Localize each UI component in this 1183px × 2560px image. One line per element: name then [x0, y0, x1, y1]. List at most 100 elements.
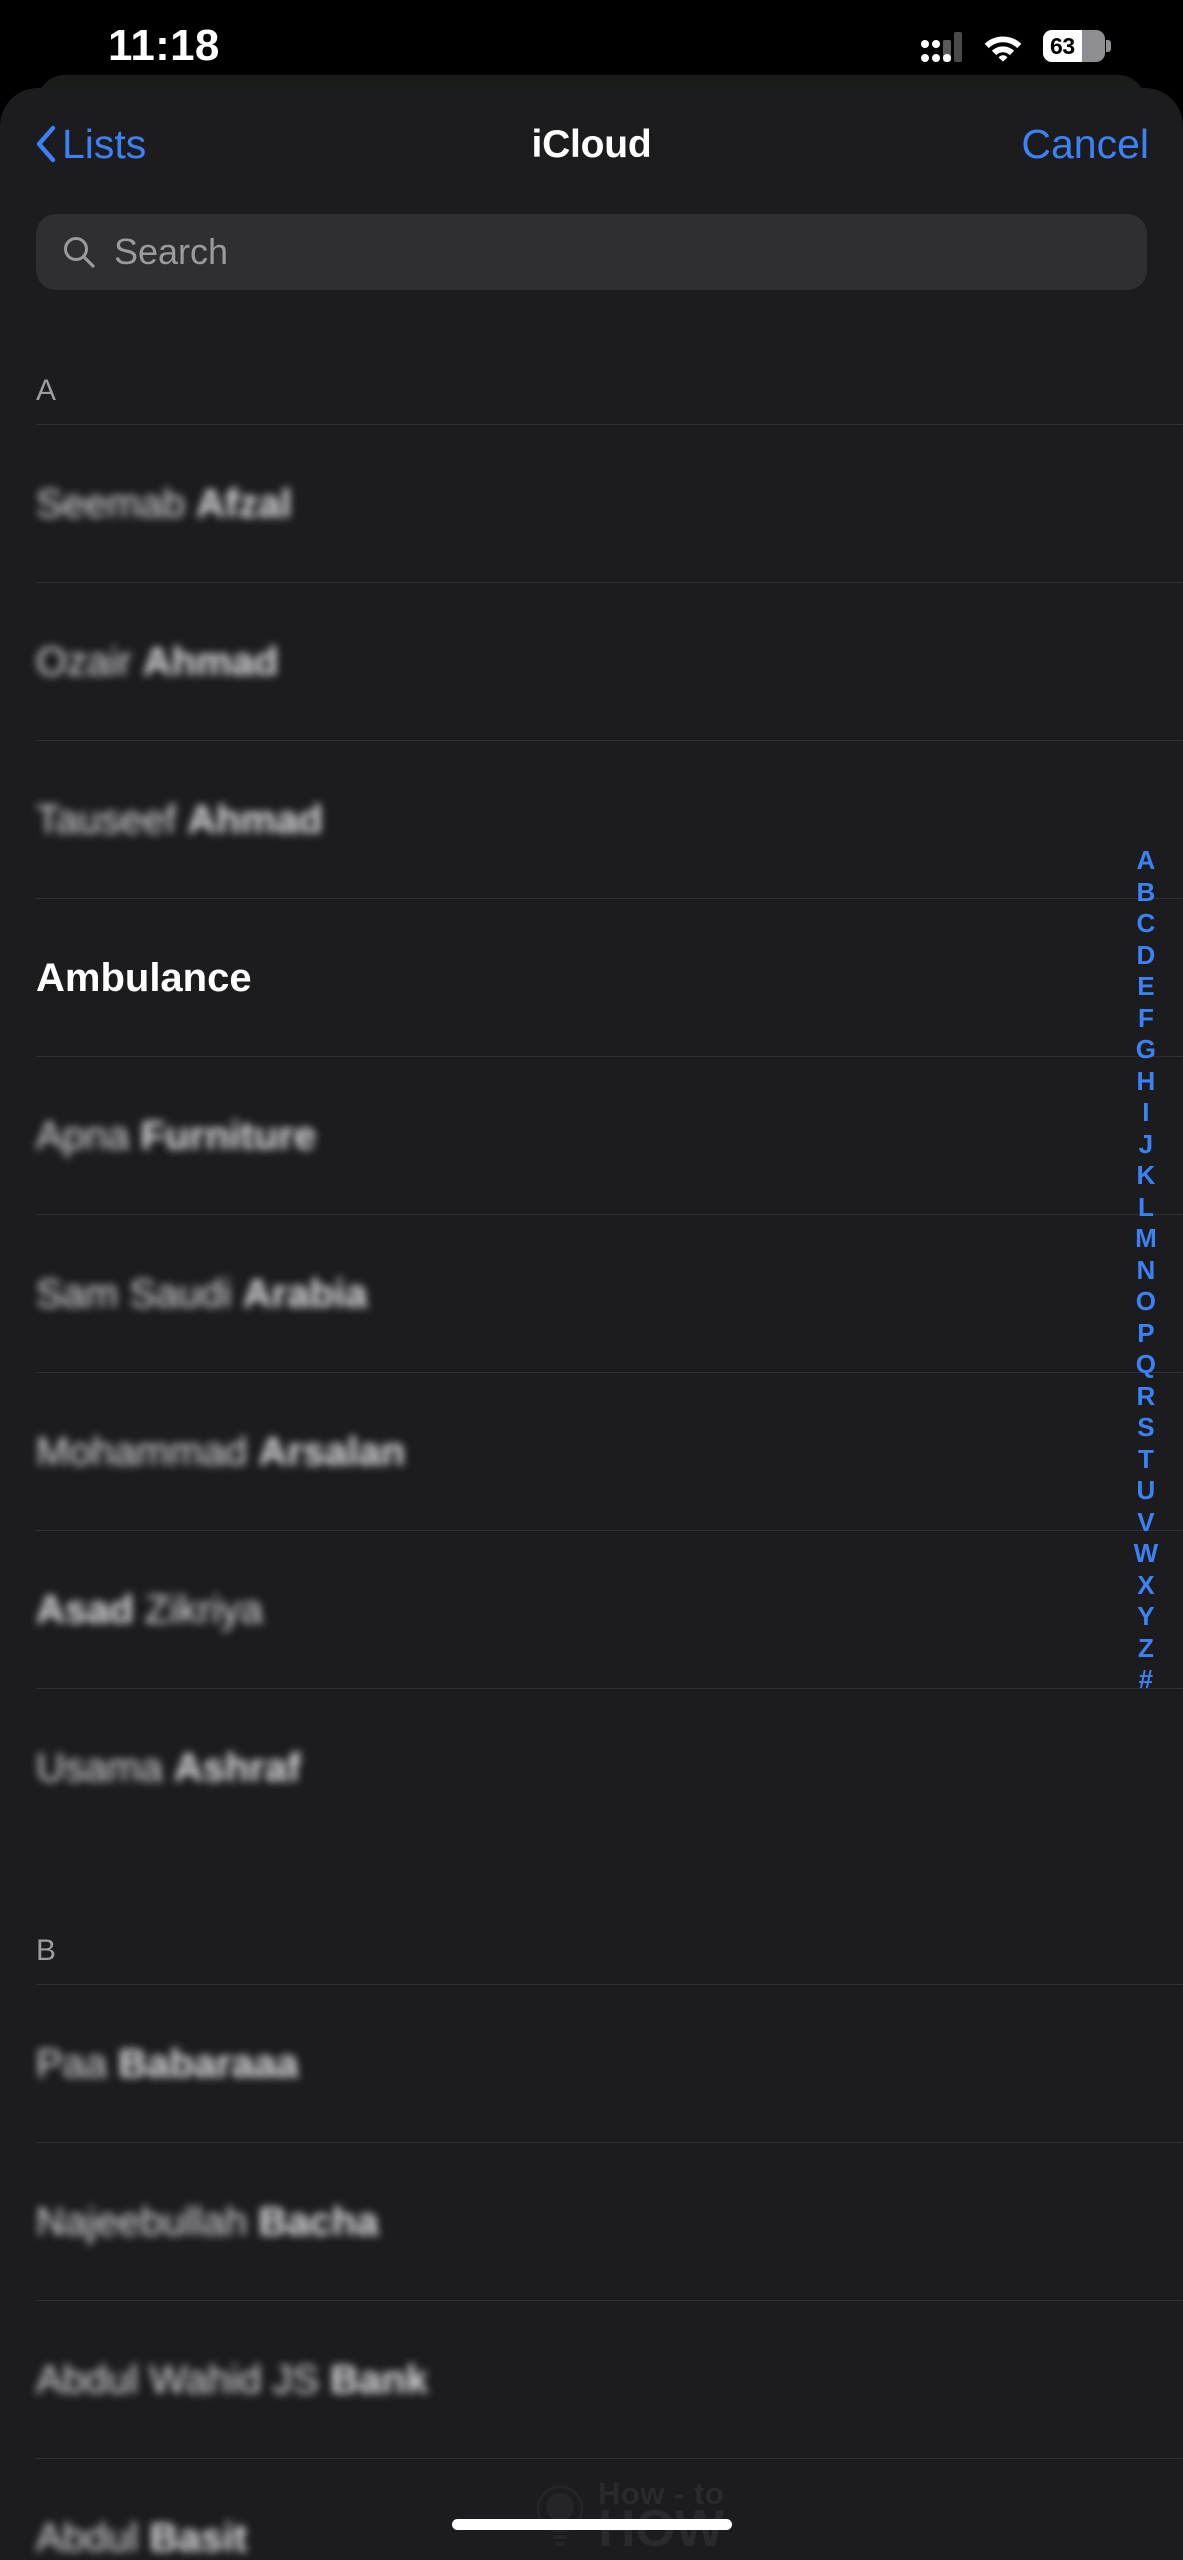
- list-item[interactable]: Paa Babaraaa: [36, 1984, 1183, 2142]
- index-letter-j[interactable]: J: [1139, 1129, 1154, 1161]
- home-indicator: [451, 2519, 732, 2530]
- index-letter-k[interactable]: K: [1137, 1160, 1156, 1192]
- index-letter-hash[interactable]: #: [1139, 1664, 1154, 1696]
- battery-cap: [1106, 40, 1111, 52]
- search-placeholder: Search: [114, 231, 229, 272]
- contact-family-name: Furniture: [140, 1113, 317, 1158]
- index-letter-w[interactable]: W: [1134, 1538, 1159, 1570]
- contact-family-name: Afzal: [196, 481, 292, 526]
- contact-name: Ozair Ahmad: [36, 641, 278, 683]
- list-item[interactable]: Najeebullah Bacha: [36, 2142, 1183, 2300]
- contact-family-name: Babaraaa: [118, 2041, 299, 2086]
- cellular-signal-icon: [921, 30, 963, 62]
- status-bar-indicators: 63: [921, 26, 1111, 62]
- icloud-contact-picker-sheet: Lists iCloud Cancel Search A Seemab Afza…: [0, 88, 1183, 2560]
- contact-name: Asad Zikriya: [36, 1589, 263, 1631]
- contact-family-name: Bank: [330, 2357, 429, 2402]
- navigation-bar: Lists iCloud Cancel: [0, 88, 1183, 200]
- contact-name: Abdul Basit: [36, 2517, 247, 2559]
- index-letter-p[interactable]: P: [1137, 1318, 1155, 1350]
- list-item[interactable]: Seemab Afzal: [36, 424, 1183, 582]
- contact-family-name: Bacha: [258, 2199, 379, 2244]
- cancel-button[interactable]: Cancel: [1021, 123, 1149, 165]
- page-title: iCloud: [531, 122, 652, 166]
- wifi-icon: [984, 36, 1022, 62]
- contact-given-name: Seemab: [36, 481, 185, 526]
- index-letter-e[interactable]: E: [1137, 971, 1155, 1003]
- contact-name: Seemab Afzal: [36, 483, 292, 525]
- list-item[interactable]: Tauseef Ahmad: [36, 740, 1183, 898]
- index-letter-d[interactable]: D: [1137, 940, 1156, 972]
- index-letter-v[interactable]: V: [1137, 1507, 1155, 1539]
- index-letter-y[interactable]: Y: [1137, 1601, 1155, 1633]
- contact-name: Najeebullah Bacha: [36, 2201, 378, 2243]
- index-letter-n[interactable]: N: [1137, 1255, 1156, 1287]
- contact-name: Mohammad Arsalan: [36, 1431, 405, 1473]
- contact-family-name: Arsalan: [258, 1429, 406, 1474]
- contact-given-name: Mohammad: [36, 1429, 248, 1474]
- index-letter-a[interactable]: A: [1137, 845, 1156, 877]
- list-item[interactable]: Abdul Wahid JS Bank: [36, 2300, 1183, 2458]
- index-letter-f[interactable]: F: [1138, 1003, 1154, 1035]
- alphabet-index-bar[interactable]: A B C D E F G H I J K L M N O P Q R S T …: [1119, 845, 1173, 1696]
- section-header-b: B: [36, 1934, 57, 1967]
- index-letter-r[interactable]: R: [1137, 1381, 1156, 1413]
- contact-given-name: Tauseef: [36, 797, 177, 842]
- contact-given-name: Apna: [36, 1113, 130, 1158]
- list-item[interactable]: Abdul Basit: [36, 2458, 1183, 2560]
- contact-given-name: Abdul Wahid JS: [36, 2357, 320, 2402]
- status-bar: 11:18 63: [0, 0, 1183, 88]
- contact-name: Paa Babaraaa: [36, 2043, 298, 2085]
- iphone-screen: 11:18 63 Lists iCloud Cancel Search A Se…: [0, 0, 1183, 2560]
- index-letter-x[interactable]: X: [1137, 1570, 1155, 1602]
- contact-given-name: Usama: [36, 1745, 163, 1790]
- contact-family-name: Zikriya: [144, 1587, 263, 1632]
- index-letter-q[interactable]: Q: [1136, 1349, 1156, 1381]
- contact-name: Tauseef Ahmad: [36, 799, 323, 841]
- contact-name: Sam Saudi Arabia: [36, 1273, 367, 1315]
- index-letter-b[interactable]: B: [1137, 877, 1156, 909]
- contact-family-name: Ahmad: [142, 639, 279, 684]
- index-letter-i[interactable]: I: [1142, 1097, 1149, 1129]
- contact-given-name: Ozair: [36, 639, 132, 684]
- index-letter-l[interactable]: L: [1138, 1192, 1154, 1224]
- contact-family-name: Ahmad: [187, 797, 323, 842]
- index-letter-g[interactable]: G: [1136, 1034, 1156, 1066]
- search-bar-container: Search: [0, 200, 1183, 290]
- back-button[interactable]: Lists: [34, 120, 147, 167]
- search-input[interactable]: Search: [36, 214, 1147, 290]
- chevron-left-icon: [36, 125, 56, 163]
- contact-family-name: Basit: [149, 2515, 248, 2560]
- contact-given-name: Abdul: [36, 2515, 139, 2560]
- contact-name: Abdul Wahid JS Bank: [36, 2359, 428, 2401]
- contact-given-name: Najeebullah: [36, 2199, 248, 2244]
- list-item[interactable]: Usama Ashraf: [36, 1688, 1183, 1846]
- section-header-a: A: [36, 374, 57, 407]
- list-item[interactable]: Sam Saudi Arabia: [36, 1214, 1183, 1372]
- back-button-label: Lists: [62, 120, 147, 167]
- status-bar-time: 11:18: [108, 21, 220, 70]
- index-letter-h[interactable]: H: [1137, 1066, 1156, 1098]
- contact-given-name: Paa: [36, 2041, 108, 2086]
- list-item[interactable]: Ambulance: [36, 898, 1183, 1056]
- contact-family-name: Arabia: [242, 1271, 368, 1316]
- index-letter-o[interactable]: O: [1136, 1286, 1156, 1318]
- contact-given-name: Asad: [36, 1587, 134, 1632]
- battery-percentage: 63: [1050, 32, 1075, 59]
- index-letter-z[interactable]: Z: [1138, 1633, 1154, 1665]
- list-item[interactable]: Mohammad Arsalan: [36, 1372, 1183, 1530]
- contact-name: Apna Furniture: [36, 1115, 316, 1157]
- index-letter-t[interactable]: T: [1138, 1444, 1154, 1476]
- contact-list: A Seemab Afzal Ozair Ahmad Tauseef Ahmad…: [0, 348, 1183, 2560]
- contact-family-name: Ashraf: [173, 1745, 301, 1790]
- index-letter-u[interactable]: U: [1137, 1475, 1156, 1507]
- search-icon: [64, 237, 95, 268]
- battery-icon: 63: [1043, 30, 1111, 62]
- index-letter-c[interactable]: C: [1137, 908, 1156, 940]
- index-letter-s[interactable]: S: [1137, 1412, 1155, 1444]
- list-item[interactable]: Ozair Ahmad: [36, 582, 1183, 740]
- list-item[interactable]: Asad Zikriya: [36, 1530, 1183, 1688]
- list-item[interactable]: Apna Furniture: [36, 1056, 1183, 1214]
- contact-given-name: Sam Saudi: [36, 1271, 232, 1316]
- index-letter-m[interactable]: M: [1135, 1223, 1157, 1255]
